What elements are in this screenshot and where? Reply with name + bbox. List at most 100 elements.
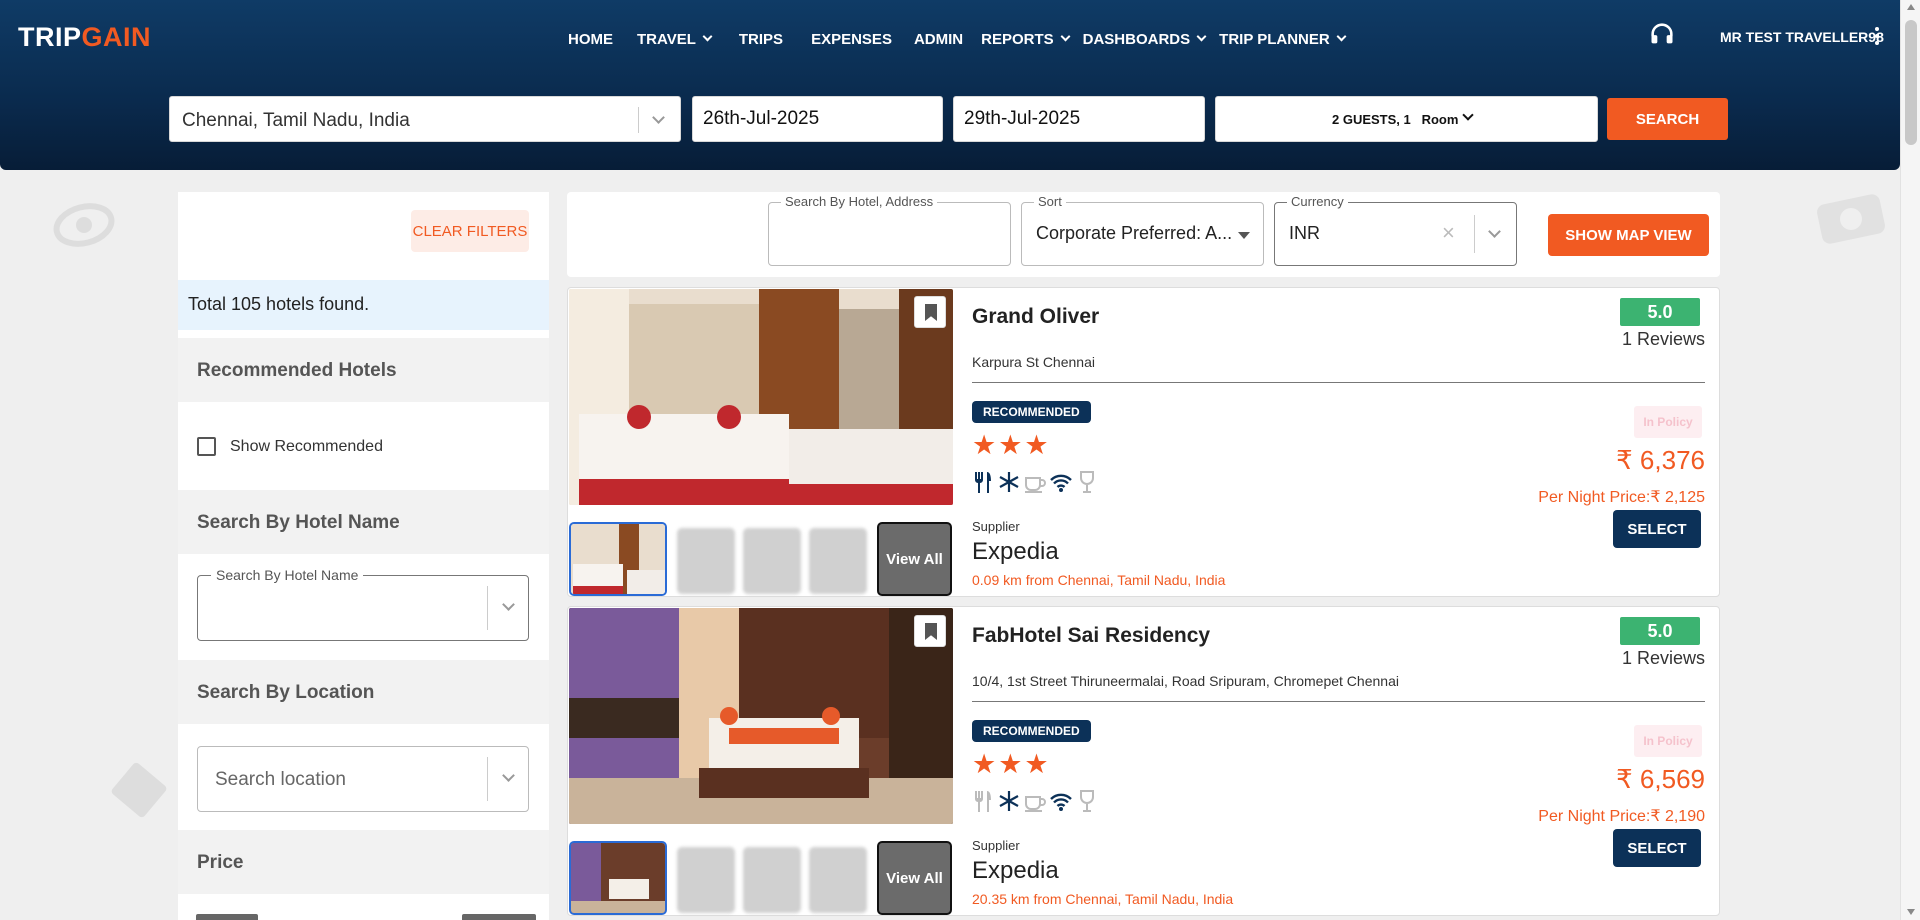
guests-rooms-value: 2 GUESTS, 1 Room xyxy=(1332,112,1458,127)
hotel-address: 10/4, 1st Street Thiruneermalai, Road Sr… xyxy=(972,673,1399,689)
sort-value: Corporate Preferred: A... xyxy=(1036,223,1233,243)
select-hotel-button[interactable]: SELECT xyxy=(1613,510,1701,548)
supplier-label: Supplier xyxy=(972,838,1020,853)
supplier-label: Supplier xyxy=(972,519,1020,534)
nav-reports[interactable]: REPORTS xyxy=(981,30,1071,48)
view-all-photos-button[interactable]: View All xyxy=(877,522,952,596)
nav-trips[interactable]: TRIPS xyxy=(739,31,783,48)
nav-admin[interactable]: ADMIN xyxy=(914,31,963,48)
nav-home-label: HOME xyxy=(568,30,613,48)
hotel-name[interactable]: Grand Oliver xyxy=(972,305,1099,329)
ac-icon xyxy=(999,791,1019,811)
chevron-down-icon xyxy=(1462,109,1474,121)
location-heading: Search By Location xyxy=(178,660,549,724)
price-max-handle[interactable] xyxy=(462,914,536,920)
search-button[interactable]: SEARCH xyxy=(1607,98,1728,140)
nav-trip-planner[interactable]: TRIP PLANNER xyxy=(1219,31,1347,48)
amenities-icons xyxy=(972,470,1098,494)
bar-icon xyxy=(1080,790,1094,812)
show-recommended-checkbox-row[interactable]: Show Recommended xyxy=(197,437,383,456)
currency-select[interactable]: Currency INR × xyxy=(1274,194,1517,266)
select-hotel-button[interactable]: SELECT xyxy=(1613,829,1701,867)
hotel-thumbnail[interactable] xyxy=(569,522,667,596)
guests-count: 2 GUESTS, 1 xyxy=(1332,112,1411,127)
supplier-name: Expedia xyxy=(972,857,1059,884)
wifi-icon xyxy=(1050,474,1072,492)
recommended-badge: RECOMMENDED xyxy=(972,401,1091,423)
hotel-thumbnail-placeholder[interactable] xyxy=(809,528,867,594)
coffee-icon xyxy=(1025,477,1046,493)
caret-down-icon xyxy=(1238,232,1250,239)
divider xyxy=(972,701,1705,702)
supplier-name: Expedia xyxy=(972,538,1059,565)
scrollbar-thumb[interactable] xyxy=(1905,20,1917,145)
user-menu-name[interactable]: MR TEST TRAVELLER98 xyxy=(1720,29,1884,45)
hotel-photo[interactable] xyxy=(569,608,953,824)
nav-expenses[interactable]: EXPENSES xyxy=(811,31,892,48)
ac-icon xyxy=(999,472,1019,492)
destination-value: Chennai, Tamil Nadu, India xyxy=(182,110,410,131)
nav-reports-label: REPORTS xyxy=(981,30,1054,48)
bar-icon xyxy=(1080,471,1094,493)
total-hotels-count: Total 105 hotels found. xyxy=(178,280,549,330)
bookmark-icon[interactable] xyxy=(914,615,946,647)
hotel-thumbnail[interactable] xyxy=(569,841,667,915)
hotel-thumbnail-placeholder[interactable] xyxy=(743,847,801,913)
logo-text-gain: GAIN xyxy=(81,22,152,52)
checkin-date-field[interactable]: 26th-Jul-2025 xyxy=(692,96,943,142)
view-all-photos-button[interactable]: View All xyxy=(877,841,952,915)
location-placeholder: Search location xyxy=(215,769,346,790)
nav-expenses-label: EXPENSES xyxy=(811,30,892,48)
location-search-input[interactable]: Search location xyxy=(197,746,529,812)
chevron-down-icon[interactable] xyxy=(502,598,515,611)
clear-filters-button[interactable]: CLEAR FILTERS xyxy=(411,210,529,252)
chevron-down-icon xyxy=(1196,31,1207,42)
clear-icon[interactable]: × xyxy=(1442,220,1455,246)
nav-home[interactable]: HOME xyxy=(568,31,613,48)
show-recommended-checkbox[interactable] xyxy=(197,437,216,456)
price-min-handle[interactable] xyxy=(196,914,258,920)
reviews-count[interactable]: 1 Reviews xyxy=(1568,329,1705,350)
recommended-hotels-heading: Recommended Hotels xyxy=(178,338,549,402)
scroll-down-arrow-icon[interactable] xyxy=(1907,909,1915,915)
select-separator xyxy=(487,586,488,630)
chevron-down-icon[interactable] xyxy=(652,111,665,124)
page-scrollbar[interactable] xyxy=(1900,0,1920,920)
bookmark-icon[interactable] xyxy=(914,296,946,328)
reviews-count[interactable]: 1 Reviews xyxy=(1568,648,1705,669)
chevron-down-icon xyxy=(1336,31,1347,42)
nav-dashboards[interactable]: DASHBOARDS xyxy=(1083,31,1207,48)
chip-watermark-icon xyxy=(111,762,167,818)
checkout-date-field[interactable]: 29th-Jul-2025 xyxy=(953,96,1205,142)
hotel-name-field-label: Search By Hotel Name xyxy=(211,567,364,583)
scroll-up-arrow-icon[interactable] xyxy=(1907,4,1915,10)
chevron-down-icon xyxy=(1060,31,1071,42)
destination-select[interactable]: Chennai, Tamil Nadu, India xyxy=(169,96,681,142)
wifi-icon xyxy=(1050,793,1072,811)
nav-travel[interactable]: TRAVEL xyxy=(637,31,713,48)
hotel-thumbnail-placeholder[interactable] xyxy=(677,847,735,913)
chevron-down-icon[interactable] xyxy=(502,769,515,782)
total-price: ₹ 6,376 xyxy=(1616,445,1705,475)
hotel-name-search-input[interactable]: Search By Hotel Name xyxy=(197,567,529,641)
hotel-name-heading: Search By Hotel Name xyxy=(178,490,549,554)
camera-watermark-icon xyxy=(1817,194,1885,244)
hotel-address: Karpura St Chennai xyxy=(972,354,1095,370)
chevron-down-icon[interactable] xyxy=(1488,225,1501,238)
guests-rooms-selector[interactable]: 2 GUESTS, 1 Room xyxy=(1215,96,1598,142)
tripgain-logo[interactable]: TRIPGAIN xyxy=(18,22,151,53)
total-price: ₹ 6,569 xyxy=(1616,764,1705,794)
hotel-thumbnail-placeholder[interactable] xyxy=(677,528,735,594)
sort-label: Sort xyxy=(1034,194,1066,209)
headset-icon[interactable] xyxy=(1648,20,1676,48)
hotel-thumbnail-placeholder[interactable] xyxy=(809,847,867,913)
hotel-name[interactable]: FabHotel Sai Residency xyxy=(972,624,1210,648)
show-map-view-button[interactable]: SHOW MAP VIEW xyxy=(1548,214,1709,256)
hotel-photo[interactable] xyxy=(569,289,953,505)
more-options-icon[interactable] xyxy=(1874,27,1880,47)
sort-select[interactable]: Sort Corporate Preferred: A... xyxy=(1021,194,1264,266)
star-rating: ★★★ xyxy=(972,749,1051,779)
per-night-price: Per Night Price:₹ 2,125 xyxy=(1538,489,1705,506)
hotel-thumbnail-placeholder[interactable] xyxy=(743,528,801,594)
hotel-address-search-input[interactable]: Search By Hotel, Address xyxy=(768,194,1011,266)
